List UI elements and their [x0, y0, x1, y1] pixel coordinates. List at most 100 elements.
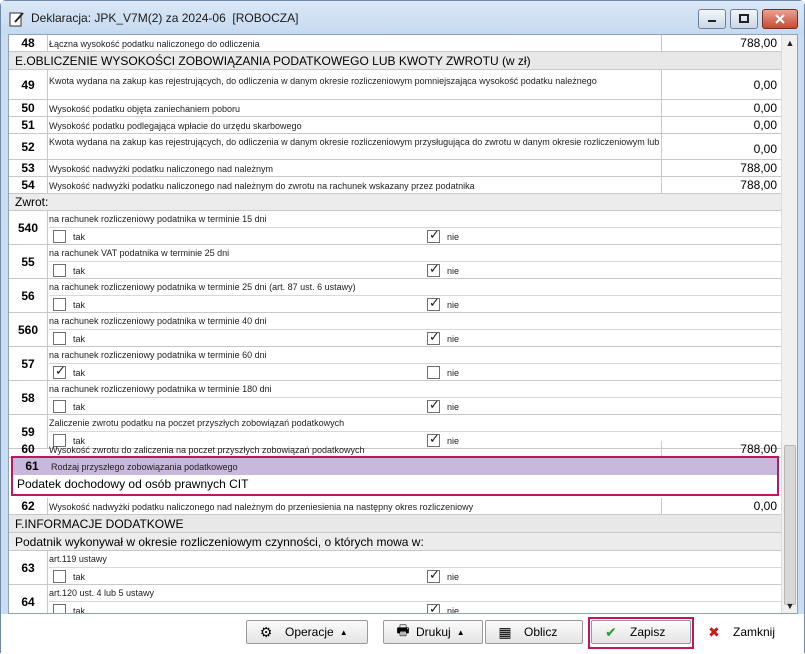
field-number: 51 — [21, 118, 35, 132]
operacje-label: Operacje — [285, 625, 334, 639]
field-number: 63 — [21, 561, 35, 575]
scroll-up-icon[interactable]: ▲ — [782, 35, 797, 51]
zamknij-label: Zamknij — [733, 625, 776, 639]
field-row-62: 62 Wysokość nadwyżki podatku naliczonego… — [9, 498, 781, 515]
checkbox-tak[interactable] — [53, 264, 66, 277]
checkbox-tak[interactable] — [53, 570, 66, 583]
checkmark-icon: ✓ — [429, 397, 440, 412]
gears-icon: ⚙ — [259, 623, 273, 640]
zwrot-row-55: 55 na rachunek VAT podatnika w terminie … — [9, 245, 781, 279]
checkbox-nie[interactable] — [427, 366, 440, 379]
zwrot-row-56: 56 na rachunek rozliczeniowy podatnika w… — [9, 279, 781, 313]
close-window-button[interactable] — [762, 9, 798, 29]
minimize-icon — [708, 20, 716, 22]
scroll-down-icon[interactable]: ▼ — [782, 598, 797, 613]
field-number: 48 — [21, 36, 35, 50]
field-label: Wysokość podatku podlegająca wpłacie do … — [49, 121, 302, 131]
checkbox-nie[interactable]: ✓ — [427, 227, 440, 243]
field-value-48[interactable]: 788,00 — [661, 35, 781, 51]
checkbox-tak[interactable]: ✓ — [53, 363, 66, 379]
checkbox-nie[interactable]: ✓ — [427, 329, 440, 345]
zwrot-row-560: 560 na rachunek rozliczeniowy podatnika … — [9, 313, 781, 347]
option-tak-label: tak — [73, 300, 86, 310]
checkbox-nie[interactable]: ✓ — [427, 397, 440, 413]
field-value-54[interactable]: 788,00 — [661, 177, 781, 193]
field-label: Kwota wydana na zakup kas rejestrujących… — [49, 76, 597, 86]
checkmark-icon: ✓ — [429, 261, 440, 276]
field-number: 57 — [21, 357, 35, 371]
field-value-52[interactable]: 0,00 — [661, 134, 781, 159]
option-nie-label: nie — [447, 266, 460, 276]
field-number: 54 — [21, 178, 35, 192]
option-nie-label: nie — [447, 606, 460, 614]
field-value-62[interactable]: 0,00 — [661, 498, 781, 514]
field-label: art.120 ust. 4 lub 5 ustawy — [49, 588, 155, 598]
field-label: Łączna wysokość podatku naliczonego do o… — [49, 39, 260, 49]
option-nie-label: nie — [447, 334, 460, 344]
printer-icon: 🖶 — [396, 622, 410, 638]
form-content: 48 Łączna wysokość podatku naliczonego d… — [9, 35, 781, 614]
field-label: art.119 ustawy — [49, 554, 107, 564]
close-x-icon: ✖ — [708, 623, 720, 640]
zwrot-row-58: 58 na rachunek rozliczeniowy podatnika w… — [9, 381, 781, 415]
field-value-51[interactable]: 0,00 — [661, 117, 781, 133]
zwrot-header: Zwrot: — [9, 194, 781, 211]
operacje-button[interactable]: ⚙ Operacje ▲ — [246, 620, 368, 644]
checkbox-nie[interactable]: ✓ — [427, 261, 440, 277]
field-number: 62 — [21, 499, 35, 513]
checkbox-tak[interactable] — [53, 230, 66, 243]
section-f-header: F.INFORMACJE DODATKOWE — [9, 515, 781, 533]
field-value-50[interactable]: 0,00 — [661, 100, 781, 116]
field-number: 55 — [21, 255, 35, 269]
field-row-49: 49 Kwota wydana na zakup kas rejestrując… — [9, 70, 781, 100]
title-bar[interactable]: Deklaracja: JPK_V7M(2) za 2024-06 [ROBOC… — [1, 1, 804, 35]
checkbox-tak[interactable] — [53, 604, 66, 613]
field-row-50: 50 Wysokość podatku objęta zaniechaniem … — [9, 100, 781, 117]
drukuj-button[interactable]: 🖶 Drukuj ▲ — [383, 620, 483, 644]
field-row-53: 53 Wysokość nadwyżki podatku naliczonego… — [9, 160, 781, 177]
oblicz-button[interactable]: ▦ Oblicz — [485, 620, 583, 644]
field-label: Wysokość nadwyżki podatku naliczonego na… — [49, 502, 474, 512]
field-label: na rachunek rozliczeniowy podatnika w te… — [49, 316, 267, 326]
checkbox-nie[interactable]: ✓ — [427, 601, 440, 614]
minimize-button[interactable] — [698, 9, 726, 29]
vertical-scrollbar[interactable]: ▲ ▼ — [781, 35, 797, 613]
field-number: 50 — [21, 101, 35, 115]
checkbox-tak[interactable] — [53, 298, 66, 311]
scroll-thumb[interactable] — [784, 445, 796, 605]
field-value-49[interactable]: 0,00 — [661, 70, 781, 99]
maximize-icon — [739, 14, 749, 23]
zwrot-row-57: 57 na rachunek rozliczeniowy podatnika w… — [9, 347, 781, 381]
checkmark-icon: ✓ — [429, 227, 440, 242]
field-label: Wysokość zwrotu do zaliczenia na poczet … — [49, 445, 365, 455]
checkmark-icon: ✓ — [429, 601, 440, 614]
option-tak-label: tak — [73, 334, 86, 344]
zamknij-button[interactable]: ✖ Zamknij — [694, 620, 793, 644]
checkmark-icon: ✓ — [429, 329, 440, 344]
option-tak-label: tak — [73, 368, 86, 378]
edit-document-icon — [9, 12, 24, 27]
f-row-63: 63 art.119 ustawy tak ✓ nie — [9, 551, 781, 585]
field-number: 58 — [21, 391, 35, 405]
field-value-53[interactable]: 788,00 — [661, 160, 781, 176]
field-number: 64 — [21, 595, 35, 609]
field-number: 61 — [25, 459, 39, 473]
option-tak-label: tak — [73, 232, 86, 242]
option-nie-label: nie — [447, 300, 460, 310]
section-f-subheader: Podatnik wykonywał w okresie rozliczenio… — [9, 533, 781, 551]
maximize-button[interactable] — [730, 9, 758, 29]
option-tak-label: tak — [73, 266, 86, 276]
field-value-60[interactable]: 788,00 — [661, 441, 781, 457]
checkmark-icon: ✓ — [429, 567, 440, 582]
checkbox-tak[interactable] — [53, 400, 66, 413]
checkbox-tak[interactable] — [53, 332, 66, 345]
checkbox-nie[interactable]: ✓ — [427, 295, 440, 311]
caret-up-icon: ▲ — [339, 627, 348, 637]
field-value-61[interactable]: Podatek dochodowy od osób prawnych CIT — [17, 477, 248, 491]
field-label: na rachunek rozliczeniowy podatnika w te… — [49, 214, 267, 224]
field-label: na rachunek rozliczeniowy podatnika w te… — [49, 350, 267, 360]
checkbox-nie[interactable]: ✓ — [427, 567, 440, 583]
window-title: Deklaracja: JPK_V7M(2) za 2024-06 [ROBOC… — [31, 11, 299, 25]
form-area: 48 Łączna wysokość podatku naliczonego d… — [8, 34, 798, 614]
field-row-61-highlighted: 61 Rodzaj przyszłego zobowiązania podatk… — [11, 456, 779, 496]
